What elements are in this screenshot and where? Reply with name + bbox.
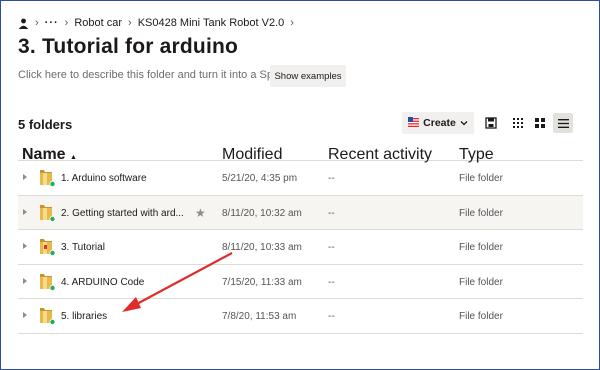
modified-date: 8/11/20, 10:32 am	[222, 207, 302, 219]
modified-date: 7/8/20, 11:53 am	[222, 311, 297, 322]
create-flag-icon	[408, 116, 420, 130]
more-dots-icon[interactable]: ···	[45, 17, 59, 29]
shared-folder-icon	[37, 237, 57, 257]
chevron-down-icon	[460, 117, 468, 129]
shared-folder-icon	[37, 306, 57, 326]
file-type: File folder	[459, 173, 503, 184]
file-type: File folder	[459, 311, 503, 322]
shared-folder-icon	[37, 272, 57, 292]
folder-name[interactable]: 1. Arduino software	[61, 173, 147, 184]
recent-activity: --	[328, 173, 335, 184]
large-grid-view-icon[interactable]	[531, 114, 549, 132]
folder-name[interactable]: 3. Tutorial	[61, 242, 105, 253]
create-button[interactable]: Create	[402, 112, 474, 134]
breadcrumb-item-robot-car[interactable]: Robot car	[74, 17, 122, 29]
chevron-right-icon: ›	[35, 17, 39, 29]
shared-folder-icon	[37, 168, 57, 188]
list-view-button[interactable]	[553, 113, 573, 133]
folder-count: 5 folders	[18, 117, 73, 132]
file-type: File folder	[459, 242, 503, 253]
file-table: Name ▲ Modified Recent activity Type 1. …	[18, 143, 583, 334]
small-grid-view-icon[interactable]	[509, 114, 527, 132]
table-row[interactable]: 3. Tutorial 8/11/20, 10:33 am -- File fo…	[18, 230, 583, 265]
expand-caret-icon[interactable]	[23, 174, 27, 180]
page-title: 3. Tutorial for arduino	[18, 35, 239, 58]
show-examples-button[interactable]: Show examples	[270, 65, 346, 87]
list-view-icon	[557, 118, 569, 128]
table-row[interactable]: 2. Getting started with ard... ★ 8/11/20…	[18, 195, 583, 230]
star-icon[interactable]: ★	[195, 206, 206, 220]
breadcrumb: › ··· › Robot car › KS0428 Mini Tank Rob…	[18, 14, 294, 32]
shared-folder-icon	[37, 203, 57, 223]
breadcrumb-item-ks0428[interactable]: KS0428 Mini Tank Robot V2.0	[138, 17, 285, 29]
chevron-right-icon: ›	[290, 17, 294, 29]
modified-date: 5/21/20, 4:35 pm	[222, 173, 298, 184]
recent-activity: --	[328, 242, 335, 253]
chevron-right-icon: ›	[64, 17, 69, 29]
folder-name[interactable]: 5. libraries	[61, 311, 107, 322]
table-row[interactable]: 1. Arduino software 5/21/20, 4:35 pm -- …	[18, 161, 583, 196]
file-type: File folder	[459, 207, 503, 219]
table-row[interactable]: 5. libraries 7/8/20, 11:53 am -- File fo…	[18, 299, 583, 334]
recent-activity: --	[328, 311, 335, 322]
modified-date: 8/11/20, 10:33 am	[222, 242, 302, 253]
folder-name[interactable]: 4. ARDUINO Code	[61, 277, 144, 288]
file-type: File folder	[459, 276, 503, 288]
expand-caret-icon[interactable]	[23, 243, 27, 249]
person-icon[interactable]	[18, 18, 29, 29]
expand-caret-icon[interactable]	[23, 312, 27, 318]
table-header: Name ▲ Modified Recent activity Type	[18, 143, 583, 163]
expand-caret-icon[interactable]	[23, 208, 27, 215]
folder-description-prompt[interactable]: Click here to describe this folder and t…	[18, 69, 291, 81]
save-icon[interactable]	[482, 114, 500, 132]
create-label: Create	[423, 117, 456, 129]
table-row[interactable]: 4. ARDUINO Code 7/15/20, 11:33 am -- Fil…	[18, 265, 583, 299]
recent-activity: --	[328, 207, 335, 219]
recent-activity: --	[328, 276, 335, 288]
modified-date: 7/15/20, 11:33 am	[222, 276, 302, 288]
expand-caret-icon[interactable]	[23, 277, 27, 284]
folder-name[interactable]: 2. Getting started with ard...	[61, 208, 184, 219]
sort-arrow-up-icon: ▲	[70, 154, 77, 161]
chevron-right-icon: ›	[128, 17, 132, 29]
